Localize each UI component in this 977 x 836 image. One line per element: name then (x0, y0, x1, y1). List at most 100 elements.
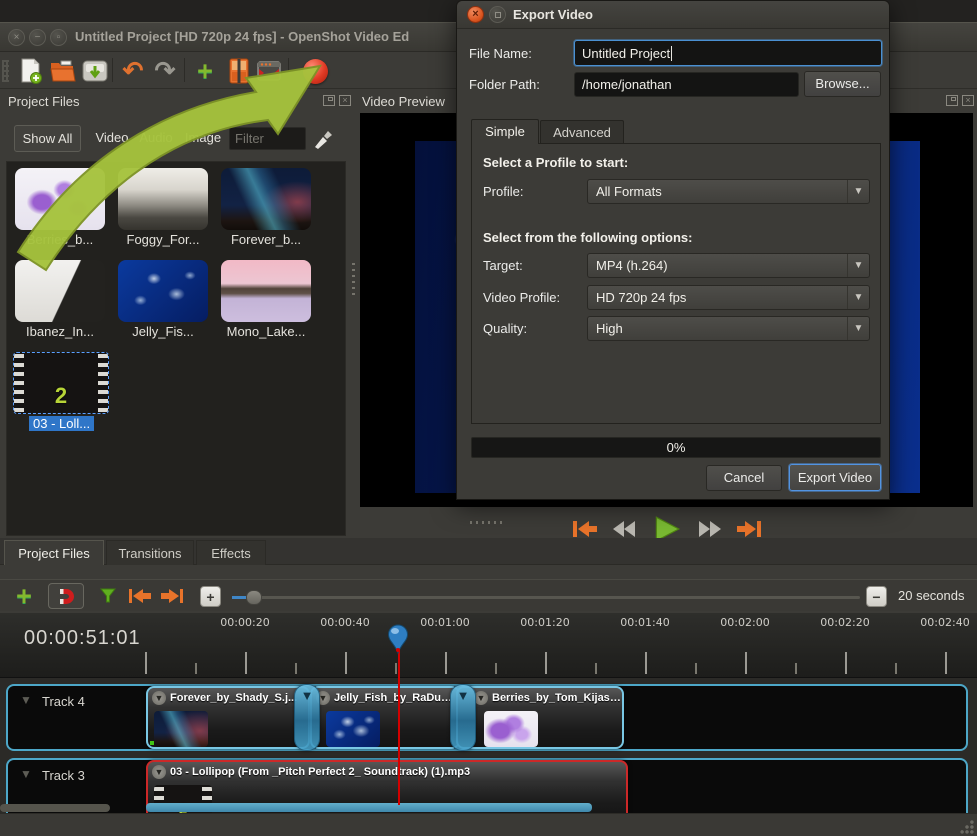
dialog-title-bar[interactable]: × Export Video (457, 1, 889, 29)
save-project-button[interactable] (80, 56, 110, 86)
file-label-selected[interactable]: 03 - Loll... (29, 416, 94, 431)
project-files-list[interactable]: Berries_b... Foggy_For... Forever_b... I… (6, 161, 346, 536)
panel-close-icon[interactable]: × (339, 95, 351, 106)
tab-advanced[interactable]: Advanced (540, 120, 624, 144)
clip-menu-chevron-icon[interactable]: ▼ (152, 765, 166, 779)
timeline-zoom-slider[interactable] (232, 596, 860, 599)
ruler-tick-label: 00:01:40 (620, 616, 669, 629)
file-thumbnail-lollipop-audio[interactable]: 2 (13, 352, 109, 414)
quality-dropdown[interactable]: High ▼ (587, 316, 870, 341)
magnet-icon (56, 586, 76, 606)
export-video-button[interactable] (300, 56, 330, 86)
chevron-down-icon[interactable]: ▼ (20, 693, 32, 707)
file-thumbnail-berries[interactable] (15, 168, 105, 230)
zoom-in-button[interactable]: + (200, 586, 221, 607)
fast-forward-button[interactable] (696, 518, 722, 540)
timeline-ruler[interactable]: 00:00:51:01 00:00:20 00:00:40 00:01:00 0… (0, 613, 977, 678)
previous-marker-button[interactable] (126, 583, 154, 609)
choose-profile-button[interactable] (224, 56, 254, 86)
tab-effects[interactable]: Effects (196, 540, 266, 565)
file-label[interactable]: Mono_Lake... (216, 324, 316, 339)
save-icon (82, 58, 108, 84)
filter-audio-button[interactable]: Audio (134, 125, 178, 152)
clip-menu-chevron-icon[interactable]: ▼ (152, 691, 166, 705)
zoom-out-button[interactable]: − (866, 586, 887, 607)
track-name: Track 4 (42, 694, 85, 709)
panel-close-icon[interactable]: × (962, 95, 974, 106)
export-video-dialog: × Export Video File Name: Untitled Proje… (456, 0, 890, 500)
export-progress-bar: 0% (471, 437, 881, 458)
video-profile-dropdown[interactable]: HD 720p 24 fps ▼ (587, 285, 870, 310)
filter-show-all-button[interactable]: Show All (14, 125, 81, 152)
file-label[interactable]: Jelly_Fis... (113, 324, 213, 339)
filter-image-button[interactable]: Image (180, 125, 226, 152)
filter-video-button[interactable]: Video (90, 125, 134, 152)
browse-button[interactable]: Browse... (804, 71, 881, 97)
toolbar-grip-handle[interactable] (2, 60, 9, 82)
clip-thumbnail (154, 711, 208, 747)
tab-transitions[interactable]: Transitions (106, 540, 194, 565)
export-confirm-button[interactable]: Export Video (789, 464, 881, 491)
snapping-toggle-button[interactable] (48, 583, 84, 609)
file-label[interactable]: Foggy_For... (113, 232, 213, 247)
clip-berries[interactable]: Berries_by_Tom_Kijas.j... ▼ (456, 686, 624, 749)
window-minimize-icon[interactable]: − (29, 29, 46, 46)
dialog-maximize-icon[interactable] (489, 6, 506, 23)
clip-forever[interactable]: Forever_by_Shady_S.j... ▼ (146, 686, 310, 749)
panel-float-icon[interactable] (946, 95, 958, 106)
zoom-slider-handle[interactable] (246, 590, 262, 605)
dialog-close-icon[interactable]: × (467, 6, 484, 23)
ruler-tick-label: 00:00:40 (320, 616, 369, 629)
undo-button[interactable]: ↶ (118, 56, 148, 86)
file-label[interactable]: Berries_b... (10, 232, 110, 247)
clear-filter-brush-icon[interactable] (313, 127, 333, 149)
jump-to-end-button[interactable] (736, 518, 762, 540)
resize-grip[interactable] (960, 820, 974, 834)
jump-to-start-button[interactable] (572, 518, 598, 540)
timeline-splitter-handle[interactable] (470, 521, 504, 524)
clip-menu-chevron-icon[interactable]: ▼ (474, 691, 488, 705)
timeline-horizontal-scrollbar[interactable] (146, 803, 592, 812)
file-thumbnail-ibanez[interactable] (15, 260, 105, 322)
add-marker-button[interactable] (96, 583, 120, 609)
ruler-tick-label: 00:00:20 (220, 616, 269, 629)
transition-2[interactable]: ▼ (450, 684, 476, 751)
file-name-input[interactable]: Untitled Project (574, 40, 882, 66)
clip-jelly-fish[interactable]: Jelly_Fish_by_RaDu_G... ▼ (310, 686, 460, 749)
chevron-down-icon[interactable]: ▼ (20, 767, 32, 781)
import-files-button[interactable]: + (190, 56, 220, 86)
file-thumbnail-jelly[interactable] (118, 260, 208, 322)
file-thumbnail-forever[interactable] (221, 168, 311, 230)
zoom-scale-label: 20 seconds (898, 588, 965, 603)
open-project-button[interactable] (48, 56, 78, 86)
file-label[interactable]: Forever_b... (216, 232, 316, 247)
fullscreen-button[interactable] (254, 56, 284, 86)
file-thumbnail-mono-lake[interactable] (221, 260, 311, 322)
panel-splitter-handle[interactable] (352, 261, 355, 295)
transition-1[interactable]: ▼ (294, 684, 320, 751)
profile-dropdown[interactable]: All Formats ▼ (587, 179, 870, 204)
film-profile-icon (229, 58, 249, 84)
next-marker-button[interactable] (158, 583, 186, 609)
playhead-marker[interactable] (386, 623, 410, 660)
file-thumbnail-foggy[interactable] (118, 168, 208, 230)
tab-simple[interactable]: Simple (471, 119, 539, 144)
folder-path-input[interactable]: /home/jonathan (574, 72, 799, 97)
track-4-strip[interactable]: ▼ Track 4 Forever_by_Shady_S.j... ▼ Jell… (6, 684, 968, 751)
new-project-button[interactable] (16, 56, 46, 86)
panel-float-icon[interactable] (323, 95, 335, 106)
open-folder-icon (49, 59, 77, 83)
text-caret (671, 46, 672, 61)
target-dropdown[interactable]: MP4 (h.264) ▼ (587, 253, 870, 278)
cancel-button[interactable]: Cancel (706, 465, 782, 491)
rewind-button[interactable] (612, 518, 638, 540)
add-track-button[interactable]: + (10, 583, 38, 609)
quality-label: Quality: (483, 321, 527, 336)
redo-button[interactable]: ↷ (150, 56, 180, 86)
filter-input[interactable] (229, 127, 306, 150)
tab-project-files[interactable]: Project Files (4, 540, 104, 565)
window-close-icon[interactable]: × (8, 29, 25, 46)
file-label[interactable]: Ibanez_In... (10, 324, 110, 339)
toolbar-separator (288, 58, 289, 82)
window-maximize-icon[interactable]: ▫ (50, 29, 67, 46)
